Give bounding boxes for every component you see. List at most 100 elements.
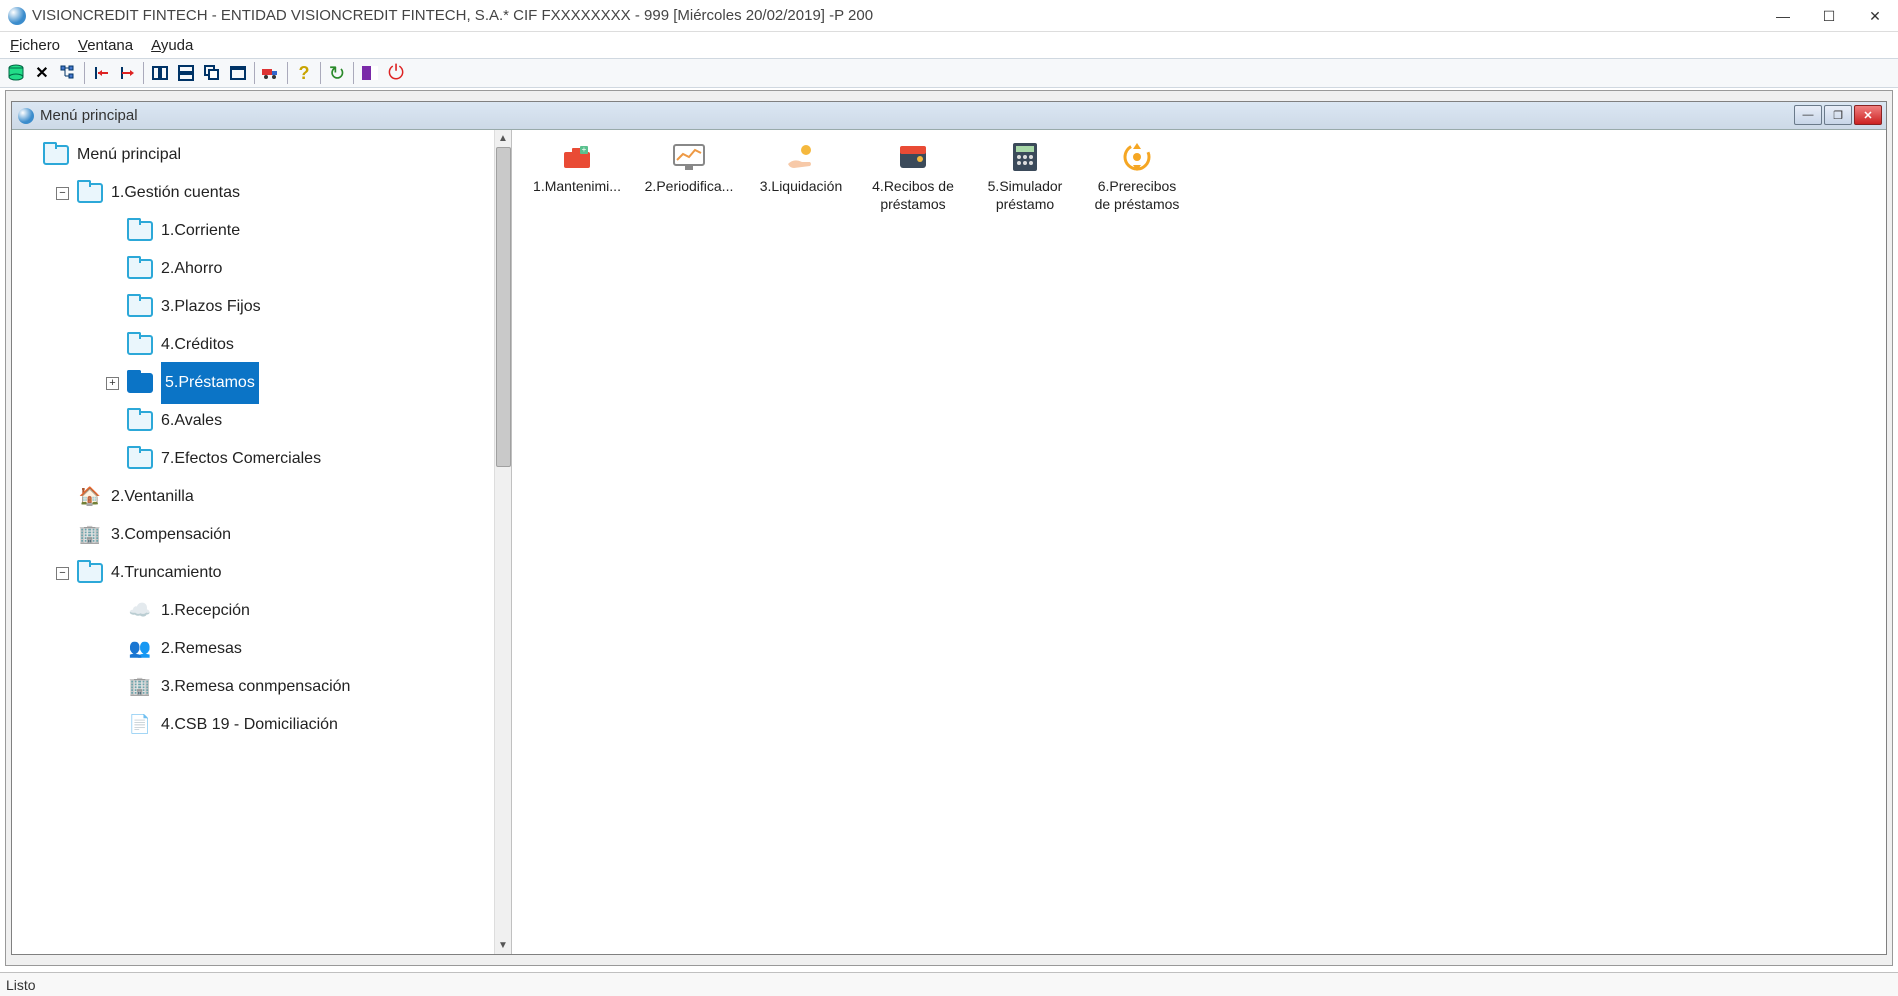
tree-node-compensacion[interactable]: 🏢 3.Compensación — [16, 516, 507, 554]
tree-label: 2.Ventanilla — [111, 478, 194, 516]
toolbar-indent-left-icon[interactable] — [89, 61, 113, 85]
toolbar-separator — [254, 62, 255, 84]
tree-leaf-prestamos[interactable]: + 5.Préstamos — [16, 364, 507, 402]
toolbar-delete-icon[interactable]: ✕ — [30, 61, 54, 85]
tree-leaf-corriente[interactable]: 1.Corriente — [16, 212, 507, 250]
subwindow-minimize-button[interactable]: — — [1794, 105, 1822, 125]
toolbar: ✕ ? ↻ ⏻ — [0, 58, 1898, 88]
item-label: 5.Simulador préstamo — [974, 178, 1076, 213]
toolbar-tile-horiz-icon[interactable] — [148, 61, 172, 85]
toolbar-database-icon[interactable] — [4, 61, 28, 85]
house-icon: 🏠 — [77, 486, 103, 508]
item-mantenimiento[interactable]: + 1.Mantenimi... — [526, 140, 628, 213]
tree-label: 3.Compensación — [111, 516, 231, 554]
tree-label: 4.Créditos — [161, 326, 234, 364]
svg-text:+: + — [582, 145, 587, 154]
folder-icon — [77, 183, 103, 203]
monitor-chart-icon — [669, 140, 709, 174]
tree-leaf-ahorro[interactable]: 2.Ahorro — [16, 250, 507, 288]
tree-label: 1.Recepción — [161, 592, 250, 630]
toolbar-tree-icon[interactable] — [56, 61, 80, 85]
maximize-button[interactable]: ☐ — [1806, 0, 1852, 32]
item-recibos-prestamos[interactable]: 4.Recibos de préstamos — [862, 140, 964, 213]
app-icon — [8, 7, 26, 25]
minimize-button[interactable]: — — [1760, 0, 1806, 32]
item-prerecibos-prestamos[interactable]: 6.Prerecibos de préstamos — [1086, 140, 1188, 213]
tree-node-gestion-cuentas[interactable]: − 1.Gestión cuentas — [16, 174, 507, 212]
tree-scrollbar[interactable]: ▲ ▼ — [494, 130, 511, 954]
tree-pane: Menú principal − 1.Gestión cuentas 1.Cor… — [12, 130, 512, 954]
tree-label-selected: 5.Préstamos — [161, 362, 259, 404]
item-liquidacion[interactable]: 3.Liquidación — [750, 140, 852, 213]
folder-icon — [127, 335, 153, 355]
folder-icon — [127, 411, 153, 431]
expand-icon[interactable]: + — [106, 377, 119, 390]
subwindow-controls: — ❐ ✕ — [1794, 105, 1882, 125]
tree-leaf-recepcion[interactable]: ☁️ 1.Recepción — [16, 592, 507, 630]
folder-icon — [77, 563, 103, 583]
scroll-thumb[interactable] — [496, 147, 511, 467]
toolbar-panel1-icon[interactable] — [358, 61, 382, 85]
sync-icon — [1117, 140, 1157, 174]
toolbar-tile-vert-icon[interactable] — [174, 61, 198, 85]
scroll-down-icon[interactable]: ▼ — [495, 937, 512, 954]
menu-ayuda[interactable]: Ayuda — [151, 37, 193, 54]
tree-leaf-avales[interactable]: 6.Avales — [16, 402, 507, 440]
toolbar-separator — [320, 62, 321, 84]
tree-leaf-remesas[interactable]: 👥 2.Remesas — [16, 630, 507, 668]
folder-icon — [127, 221, 153, 241]
toolbar-cascade-icon[interactable] — [200, 61, 224, 85]
subwindow-close-button[interactable]: ✕ — [1854, 105, 1882, 125]
close-button[interactable]: ✕ — [1852, 0, 1898, 32]
subwindow-menu-principal: Menú principal — ❐ ✕ Menú principal − 1.… — [11, 101, 1887, 955]
tree-leaf-csb19[interactable]: 📄 4.CSB 19 - Domiciliación — [16, 706, 507, 744]
menubar: Fichero Ventana Ayuda — [0, 32, 1898, 58]
tree-label: 1.Gestión cuentas — [111, 174, 240, 212]
tree-label: 1.Corriente — [161, 212, 240, 250]
content-pane: + 1.Mantenimi... 2.Periodifica... 3.Liqu… — [512, 130, 1886, 954]
window-controls: — ☐ ✕ — [1760, 0, 1898, 32]
toolbar-help-icon[interactable]: ? — [292, 61, 316, 85]
document-building-icon: 🏢 — [127, 676, 153, 698]
subwindow-icon — [18, 108, 34, 124]
subwindow-titlebar: Menú principal — ❐ ✕ — [12, 102, 1886, 130]
folder-icon — [127, 449, 153, 469]
tree-label: 4.CSB 19 - Domiciliación — [161, 706, 338, 744]
tree-leaf-remesa-compensacion[interactable]: 🏢 3.Remesa conmpensación — [16, 668, 507, 706]
toolbar-refresh-icon[interactable]: ↻ — [325, 61, 349, 85]
tree-node-ventanilla[interactable]: 🏠 2.Ventanilla — [16, 478, 507, 516]
tree-root-label: Menú principal — [77, 136, 181, 174]
tree-leaf-creditos[interactable]: 4.Créditos — [16, 326, 507, 364]
menu-fichero[interactable]: Fichero — [10, 37, 60, 54]
subwindow-maximize-button[interactable]: ❐ — [1824, 105, 1852, 125]
folder-icon — [127, 373, 153, 393]
tree-label: 2.Ahorro — [161, 250, 222, 288]
toolbar-truck-icon[interactable] — [259, 61, 283, 85]
people-icon: 👥 — [127, 638, 153, 660]
tree-label: 2.Remesas — [161, 630, 242, 668]
menu-ventana[interactable]: Ventana — [78, 37, 133, 54]
toolbar-indent-right-icon[interactable] — [115, 61, 139, 85]
status-bar: Listo — [0, 972, 1898, 996]
item-simulador-prestamo[interactable]: 5.Simulador préstamo — [974, 140, 1076, 213]
folder-icon — [43, 145, 69, 165]
mdi-area: Menú principal — ❐ ✕ Menú principal − 1.… — [5, 90, 1893, 966]
toolbar-separator — [353, 62, 354, 84]
building-icon: 🏢 — [77, 524, 103, 546]
document-icon: 📄 — [127, 714, 153, 736]
toolbar-window-icon[interactable] — [226, 61, 250, 85]
collapse-icon[interactable]: − — [56, 567, 69, 580]
tree-node-truncamiento[interactable]: − 4.Truncamiento — [16, 554, 507, 592]
window-title: VISIONCREDIT FINTECH - ENTIDAD VISIONCRE… — [32, 7, 873, 24]
folder-icon — [127, 259, 153, 279]
status-text: Listo — [6, 977, 36, 993]
item-label: 1.Mantenimi... — [526, 178, 628, 196]
item-label: 3.Liquidación — [750, 178, 852, 196]
scroll-up-icon[interactable]: ▲ — [495, 130, 512, 147]
tree-leaf-plazos-fijos[interactable]: 3.Plazos Fijos — [16, 288, 507, 326]
collapse-icon[interactable]: − — [56, 187, 69, 200]
toolbar-power-icon[interactable]: ⏻ — [384, 61, 408, 85]
tree-root[interactable]: Menú principal — [16, 136, 507, 174]
tree-leaf-efectos-comerciales[interactable]: 7.Efectos Comerciales — [16, 440, 507, 478]
item-periodificacion[interactable]: 2.Periodifica... — [638, 140, 740, 213]
